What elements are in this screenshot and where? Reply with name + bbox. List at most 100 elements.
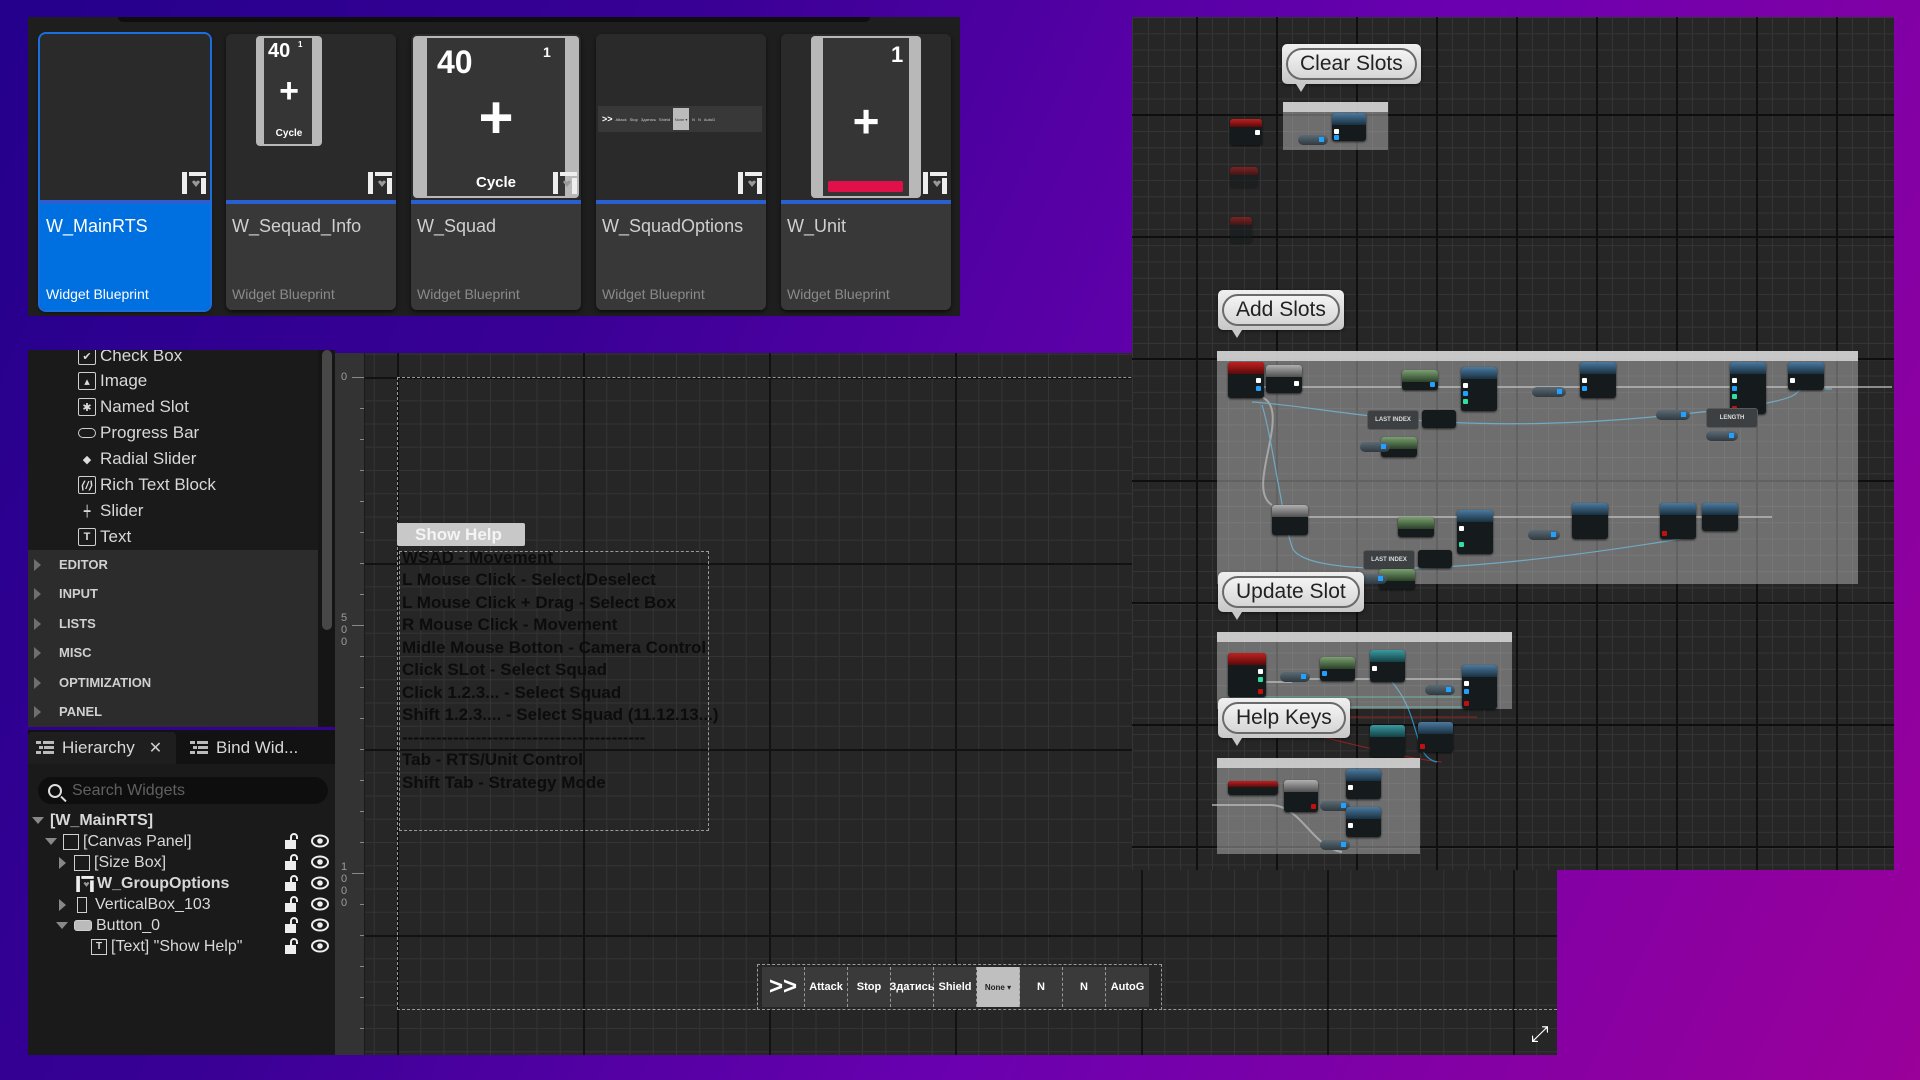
category-editor[interactable]: EDITOR bbox=[28, 550, 318, 579]
graph-node[interactable] bbox=[1320, 657, 1355, 681]
graph-node[interactable] bbox=[1660, 503, 1696, 539]
length-node[interactable]: LENGTH bbox=[1706, 408, 1758, 428]
graph-node[interactable] bbox=[1730, 362, 1766, 414]
graph-node[interactable] bbox=[1457, 510, 1493, 554]
last-index-node[interactable]: LAST INDEX bbox=[1367, 410, 1419, 430]
event-node[interactable] bbox=[1228, 362, 1264, 398]
comment-box-help-keys[interactable] bbox=[1217, 758, 1420, 854]
lock-icon[interactable] bbox=[285, 854, 299, 870]
variable-node[interactable] bbox=[1528, 530, 1560, 540]
graph-node[interactable] bbox=[1370, 650, 1405, 682]
variable-node[interactable] bbox=[1532, 387, 1566, 397]
show-help-button[interactable]: Show Help bbox=[397, 523, 525, 546]
comment-help-keys[interactable]: Help Keys bbox=[1218, 698, 1350, 746]
asset-card-w-unit[interactable]: 1 + W_Unit Widget Blueprint bbox=[781, 34, 951, 310]
collapse-arrow-icon[interactable] bbox=[56, 922, 68, 929]
search-widgets-input[interactable] bbox=[72, 781, 302, 800]
lock-icon[interactable] bbox=[285, 917, 299, 933]
palette-item-check-box[interactable]: ✔ Check Box bbox=[78, 350, 182, 368]
tab-hierarchy[interactable]: Hierarchy ✕ bbox=[28, 732, 176, 764]
graph-node[interactable] bbox=[1788, 362, 1824, 390]
resize-handle-icon[interactable]: ⤡ bbox=[1528, 1025, 1553, 1049]
event-node[interactable] bbox=[1230, 119, 1262, 145]
expand-chevron-button[interactable]: >> bbox=[762, 967, 805, 1007]
graph-node[interactable] bbox=[1702, 503, 1738, 531]
graph-node[interactable] bbox=[1346, 769, 1381, 799]
palette-item-text[interactable]: T Text bbox=[78, 525, 131, 549]
visibility-eye-icon[interactable] bbox=[311, 918, 329, 932]
variable-node[interactable] bbox=[1280, 672, 1310, 682]
event-node[interactable] bbox=[1230, 217, 1252, 243]
add-pin-node[interactable] bbox=[1418, 550, 1452, 568]
close-icon[interactable]: ✕ bbox=[149, 738, 162, 758]
variable-node[interactable] bbox=[1298, 135, 1328, 145]
tree-item-verticalbox-103[interactable]: VerticalBox_103 bbox=[28, 894, 335, 915]
category-optimization[interactable]: OPTIMIZATION bbox=[28, 668, 318, 697]
visibility-eye-icon[interactable] bbox=[311, 855, 329, 869]
variable-node[interactable] bbox=[1360, 442, 1390, 452]
lock-icon[interactable] bbox=[285, 875, 299, 891]
tree-item-canvas-panel[interactable]: [Canvas Panel] bbox=[28, 831, 335, 852]
graph-node[interactable] bbox=[1346, 807, 1381, 837]
graph-node[interactable] bbox=[1461, 367, 1497, 411]
lock-icon[interactable] bbox=[285, 896, 299, 912]
category-panel[interactable]: PANEL bbox=[28, 697, 318, 726]
graph-node[interactable] bbox=[1402, 370, 1438, 390]
graph-node[interactable] bbox=[1580, 362, 1616, 398]
graph-node[interactable] bbox=[1266, 365, 1302, 393]
event-graph-panel[interactable]: Clear Slots Add Slots LAST INDEX LENGTH … bbox=[1132, 17, 1894, 870]
asset-strip-scrollbar[interactable] bbox=[118, 17, 870, 22]
comment-update-slot[interactable]: Update Slot bbox=[1218, 572, 1364, 620]
surrender-button[interactable]: Здатись bbox=[889, 967, 935, 1007]
n-button-2[interactable]: N bbox=[1063, 967, 1106, 1007]
palette-item-named-slot[interactable]: ✱ Named Slot bbox=[78, 395, 189, 419]
palette-item-progress-bar[interactable]: Progress Bar bbox=[78, 421, 199, 445]
palette-item-radial-slider[interactable]: ◆ Radial Slider bbox=[78, 447, 197, 471]
graph-node[interactable] bbox=[1272, 505, 1308, 535]
collapse-arrow-icon[interactable] bbox=[45, 838, 57, 845]
add-pin-node[interactable] bbox=[1422, 410, 1456, 428]
palette-item-slider[interactable]: ┿ Slider bbox=[78, 499, 144, 523]
lock-icon[interactable] bbox=[285, 938, 299, 954]
visibility-eye-icon[interactable] bbox=[311, 834, 329, 848]
graph-node[interactable] bbox=[1418, 722, 1453, 752]
comment-add-slots[interactable]: Add Slots bbox=[1218, 290, 1344, 338]
tree-item-size-box[interactable]: [Size Box] bbox=[28, 852, 335, 873]
last-index-node[interactable]: LAST INDEX bbox=[1363, 550, 1415, 570]
asset-card-w-mainrts[interactable]: W_MainRTS Widget Blueprint bbox=[38, 32, 212, 312]
shield-button[interactable]: Shield bbox=[934, 967, 977, 1007]
visibility-eye-icon[interactable] bbox=[311, 876, 329, 890]
variable-node[interactable] bbox=[1656, 410, 1690, 420]
event-node[interactable] bbox=[1228, 653, 1266, 697]
event-node[interactable] bbox=[1228, 781, 1278, 795]
visibility-eye-icon[interactable] bbox=[311, 939, 329, 953]
graph-node[interactable] bbox=[1370, 725, 1405, 757]
comment-clear-slots[interactable]: Clear Slots bbox=[1282, 44, 1421, 92]
graph-node[interactable] bbox=[1332, 113, 1366, 141]
event-node[interactable] bbox=[1230, 167, 1258, 187]
collapse-arrow-icon[interactable] bbox=[32, 817, 44, 824]
visibility-eye-icon[interactable] bbox=[311, 897, 329, 911]
asset-card-w-squad[interactable]: 40 1 + Cycle W_Squad Widget Blueprint bbox=[411, 34, 581, 310]
variable-node[interactable] bbox=[1425, 685, 1455, 695]
asset-card-w-squadoptions[interactable]: >> Attack Stop Здатись Shield None ▾ N N… bbox=[596, 34, 766, 310]
graph-node[interactable] bbox=[1284, 780, 1318, 812]
variable-node[interactable] bbox=[1706, 431, 1738, 441]
tree-item-w-groupoptions[interactable]: W_GroupOptions bbox=[28, 873, 335, 894]
lock-icon[interactable] bbox=[285, 833, 299, 849]
category-misc[interactable]: MISC bbox=[28, 638, 318, 667]
category-lists[interactable]: LISTS bbox=[28, 609, 318, 638]
autog-button[interactable]: AutoG bbox=[1106, 967, 1149, 1007]
asset-card-w-sequad-info[interactable]: 40 1 + Cycle W_Sequad_Info Widget Bluepr… bbox=[226, 34, 396, 310]
tree-item-text-show-help[interactable]: T [Text] "Show Help" bbox=[28, 936, 335, 957]
help-text-block[interactable]: WSAD - Movement L Mouse Click - Select/D… bbox=[399, 548, 719, 831]
stop-button[interactable]: Stop bbox=[848, 967, 891, 1007]
palette-scrollbar[interactable] bbox=[322, 350, 332, 630]
graph-node[interactable] bbox=[1398, 517, 1434, 537]
tree-item-w-mainrts[interactable]: [W_MainRTS] bbox=[28, 810, 335, 831]
attack-button[interactable]: Attack bbox=[805, 967, 848, 1007]
category-input[interactable]: INPUT bbox=[28, 579, 318, 608]
graph-node[interactable] bbox=[1462, 665, 1497, 709]
n-button-1[interactable]: N bbox=[1020, 967, 1063, 1007]
palette-item-rich-text-block[interactable]: ⟨/⟩ Rich Text Block bbox=[78, 473, 216, 497]
